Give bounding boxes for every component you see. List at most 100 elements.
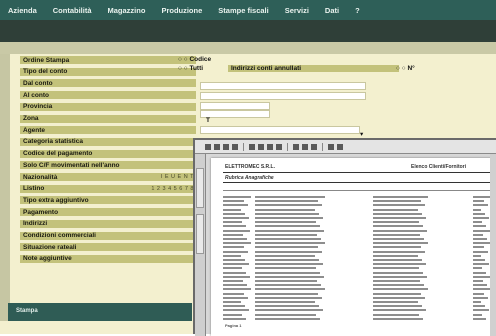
report-cell: [223, 292, 244, 295]
page-label: Pagina 1: [225, 323, 242, 328]
report-cell: [223, 254, 241, 257]
last-page-icon[interactable]: [232, 143, 238, 150]
report-cell: [255, 212, 319, 215]
report-cell: [223, 267, 242, 270]
report-row: [223, 301, 491, 304]
form-row: Note aggiuntive: [20, 254, 196, 263]
report-cell: [223, 313, 242, 316]
field-label: Al conto: [23, 91, 49, 99]
agente-dropdown-icon[interactable]: ▾: [360, 130, 363, 138]
report-cell: [473, 229, 490, 232]
print-icon[interactable]: [293, 143, 299, 150]
menu-item[interactable]: Magazzino: [100, 6, 154, 15]
report-cell: [255, 317, 320, 320]
report-cell: [223, 288, 251, 291]
report-cell: [223, 305, 245, 308]
close-icon[interactable]: [337, 143, 343, 150]
report-cell: [473, 242, 491, 245]
report-cell: [473, 288, 491, 291]
first-page-icon[interactable]: [205, 143, 211, 150]
ordine-value: Codice: [189, 56, 212, 63]
report-cell: [373, 267, 419, 270]
indirizzi-annullati-option[interactable]: ○ ○ N°: [396, 65, 415, 72]
menu-item[interactable]: Contabilità: [45, 6, 100, 15]
report-cell: [223, 275, 250, 278]
toolbar-separator: [287, 142, 288, 151]
agente-input[interactable]: [200, 126, 360, 134]
dal-conto-input[interactable]: [200, 82, 366, 90]
preview-side-panel: [195, 154, 206, 336]
report-cell: [255, 200, 318, 203]
field-options[interactable]: I E U E N T: [161, 174, 196, 180]
prev-page-icon[interactable]: [214, 143, 220, 150]
zoom-in-icon[interactable]: [249, 143, 255, 150]
report-cell: [473, 233, 483, 236]
ordine-radio-group[interactable]: ○ ○ Codice: [178, 56, 211, 63]
form-row: Pagamento: [20, 208, 196, 217]
report-cell: [373, 200, 421, 203]
report-cell: [223, 233, 243, 236]
report-cell: [473, 275, 490, 278]
side-tab-pages[interactable]: [196, 168, 204, 208]
field-label: Zona: [23, 115, 39, 122]
report-cell: [223, 259, 245, 261]
report-row: [223, 208, 491, 212]
menu-item[interactable]: Stampe fiscali: [210, 6, 276, 15]
search-icon[interactable]: [311, 143, 317, 150]
export-icon[interactable]: [302, 143, 308, 150]
field-label: Condizioni commerciali: [23, 232, 96, 239]
menu-item[interactable]: ?: [347, 6, 368, 15]
fit-page-icon[interactable]: [267, 143, 273, 150]
menu-item[interactable]: Servizi: [277, 6, 317, 15]
menu-item[interactable]: Dati: [317, 6, 347, 15]
menu-item[interactable]: Produzione: [153, 6, 210, 15]
form-row: Listino 1 2 3 4 5 6 7 8: [20, 184, 196, 193]
page-setup-icon[interactable]: [328, 143, 334, 150]
report-cell: [255, 204, 322, 207]
report-cell: [473, 267, 482, 270]
report-row: [223, 246, 491, 249]
zoom-out-icon[interactable]: [258, 143, 264, 150]
report-cell: [373, 296, 425, 299]
report-cell: [223, 250, 248, 253]
field-label: Provincia: [23, 103, 53, 111]
fit-width-icon[interactable]: [276, 143, 282, 150]
report-cell: [373, 317, 423, 320]
report-cell: [223, 280, 243, 282]
column-header-rule: [223, 190, 491, 191]
next-page-icon[interactable]: [223, 143, 229, 150]
report-row: [223, 204, 491, 207]
status-footer: Stampa: [8, 303, 192, 321]
preview-toolbar: [195, 140, 496, 154]
side-tab-outline[interactable]: [196, 214, 204, 254]
report-cell: [473, 305, 485, 308]
report-cell: [373, 196, 428, 198]
report-cell: [255, 233, 317, 236]
report-cell: [473, 259, 485, 261]
footer-label: Stampa: [16, 308, 38, 314]
report-cell: [373, 309, 426, 312]
report-cell: [373, 271, 423, 274]
report-cell: [223, 242, 251, 245]
report-cell: [473, 204, 488, 207]
report-row: [223, 292, 491, 296]
report-cell: [373, 301, 418, 303]
preview-scrollbar[interactable]: [490, 154, 496, 336]
zona-input[interactable]: [200, 110, 270, 118]
report-cell: [223, 225, 246, 228]
report-cell: [223, 229, 250, 232]
provincia-input[interactable]: [200, 102, 270, 110]
tipo-radio-group[interactable]: ○ ○ Tutti: [178, 65, 203, 72]
report-row: [223, 284, 491, 287]
al-conto-input[interactable]: [200, 92, 366, 100]
report-cell: [473, 271, 486, 274]
field-options[interactable]: 1 2 3 4 5 6 7 8: [151, 186, 196, 192]
field-labels: Ordine Stampa Tipo del conto Dal conto Al c…: [20, 56, 196, 292]
report-cell: [255, 301, 315, 303]
report-cell: [473, 263, 489, 266]
menu-item[interactable]: Azienda: [0, 6, 45, 15]
report-cell: [473, 246, 484, 249]
zona-value: T: [206, 117, 210, 124]
report-cell: [255, 267, 316, 270]
report-cell: [223, 271, 246, 274]
